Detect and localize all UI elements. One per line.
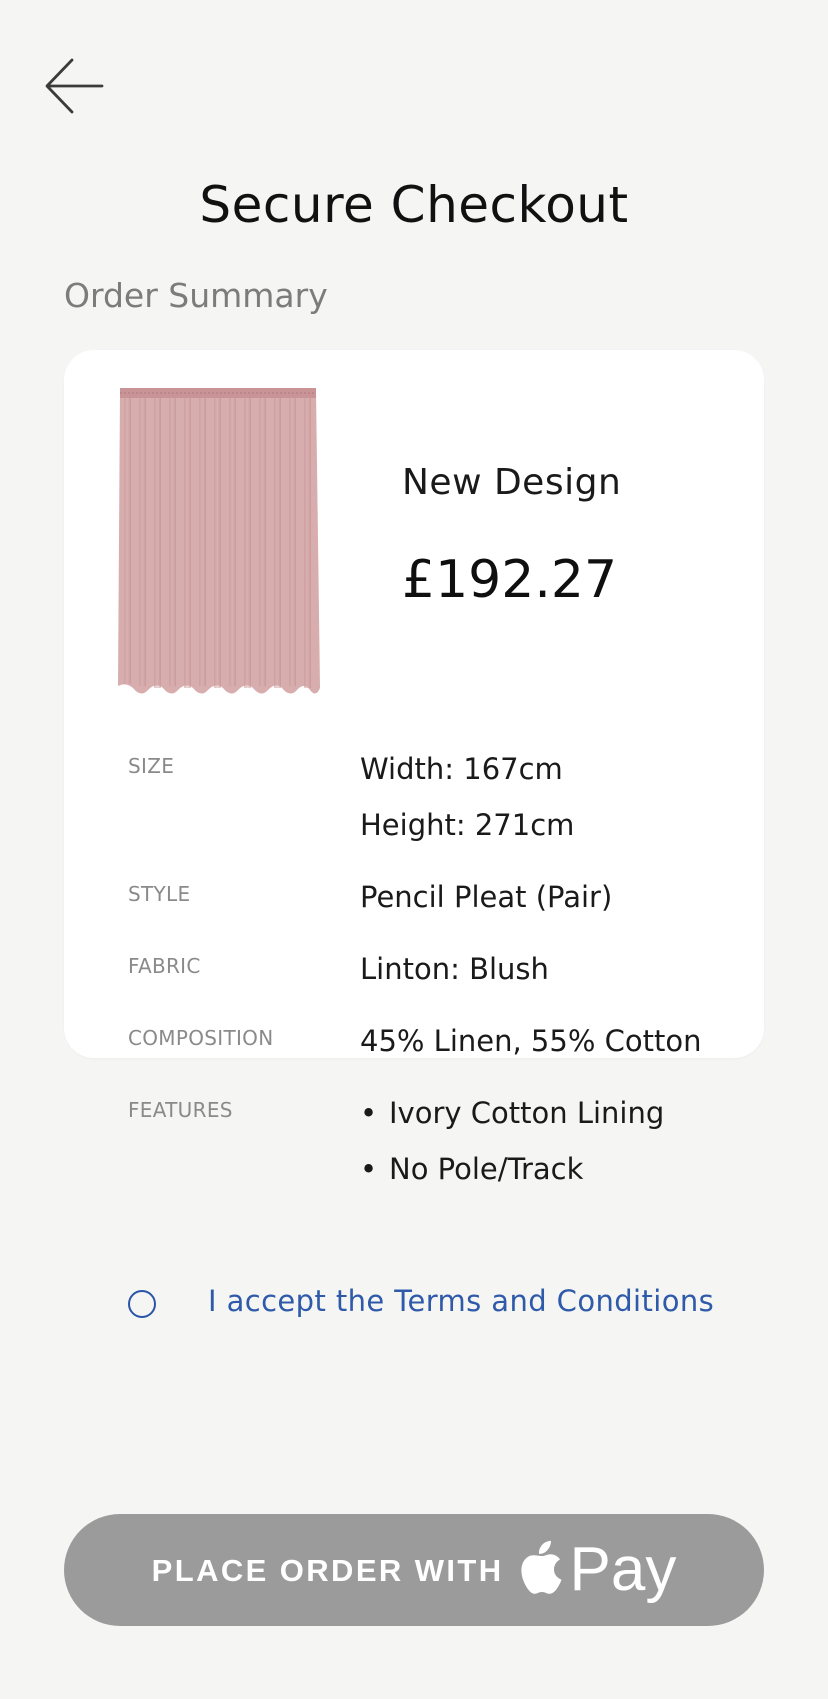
- feature-text: Ivory Cotton Lining: [389, 1096, 665, 1130]
- terms-radio-button[interactable]: [128, 1290, 156, 1318]
- bullet-icon: •: [360, 1152, 378, 1186]
- size-height: Height: 271cm: [360, 808, 575, 842]
- checkout-screen: Secure Checkout Order Summary New Design…: [0, 0, 828, 1699]
- fabric-value: Linton: Blush: [360, 952, 549, 986]
- feature-text: No Pole/Track: [389, 1152, 584, 1186]
- pay-word: Pay: [569, 1534, 677, 1604]
- order-summary-card: New Design £192.27 SIZE Width: 167cm Hei…: [64, 350, 764, 1318]
- terms-checkbox-row: [128, 1290, 156, 1318]
- place-order-label: PLACE ORDER WITH: [151, 1553, 504, 1588]
- arrow-left-icon: [45, 58, 104, 114]
- fabric-label: FABRIC: [128, 954, 201, 978]
- features-label: FEATURES: [128, 1098, 233, 1122]
- product-price: £192.27: [402, 550, 618, 610]
- back-button[interactable]: [44, 56, 108, 116]
- size-label: SIZE: [128, 754, 175, 778]
- bullet-icon: •: [360, 1096, 378, 1130]
- page-title: Secure Checkout: [199, 176, 629, 234]
- size-width: Width: 167cm: [360, 752, 563, 786]
- style-label: STYLE: [128, 882, 191, 906]
- composition-label: COMPOSITION: [128, 1026, 274, 1050]
- curtain-image: [118, 388, 320, 694]
- feature-item: • Ivory Cotton Lining: [360, 1096, 664, 1130]
- order-summary-title: Order Summary: [64, 276, 328, 315]
- place-order-apple-pay-button[interactable]: PLACE ORDER WITH Pay: [64, 1514, 764, 1626]
- composition-value: 45% Linen, 55% Cotton: [360, 1024, 702, 1058]
- terms-and-conditions-link[interactable]: I accept the Terms and Conditions: [208, 1284, 714, 1318]
- style-value: Pencil Pleat (Pair): [360, 880, 613, 914]
- apple-icon: [520, 1540, 561, 1594]
- feature-item: • No Pole/Track: [360, 1152, 583, 1186]
- product-name: New Design: [402, 462, 622, 503]
